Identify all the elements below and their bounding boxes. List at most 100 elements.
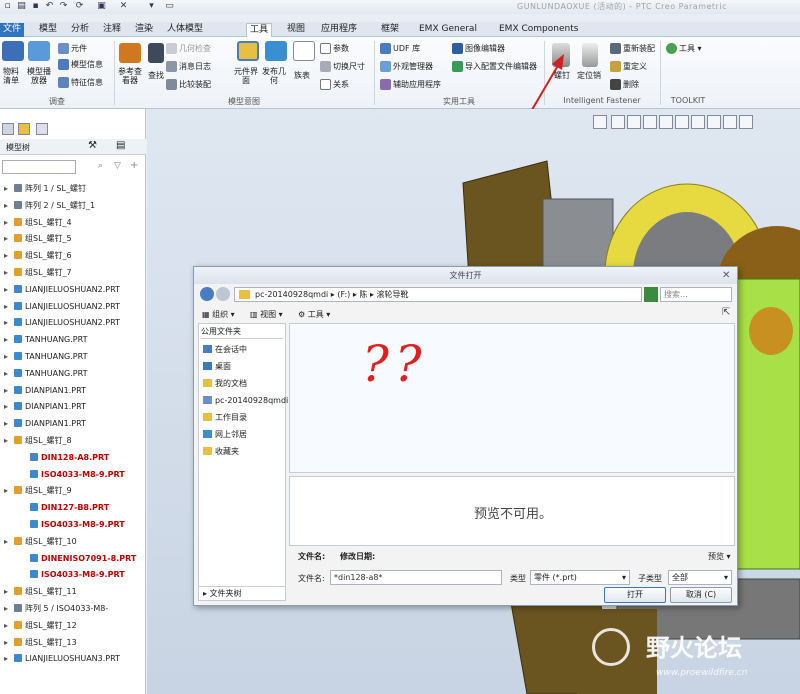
bom-icon[interactable] — [2, 41, 24, 61]
tree-item[interactable]: DINENISO7091-8.PRT — [20, 551, 136, 567]
model-player-icon[interactable] — [28, 41, 50, 61]
tab-emx-general[interactable]: EMX General — [416, 23, 480, 37]
tree-item[interactable]: ▸ 组SL_螺钉_7 — [4, 265, 72, 281]
find-icon[interactable] — [148, 43, 164, 63]
organize-button[interactable]: ▦ 组织 ▾ — [202, 309, 235, 320]
tree-item[interactable]: ▸ DIANPIAN1.PRT — [4, 416, 86, 432]
message-log-button[interactable]: 消息日志 — [166, 61, 211, 72]
expand-arrow-icon[interactable]: ▸ — [4, 332, 10, 348]
folder-item[interactable]: 在会话中 — [203, 342, 247, 357]
folder-item[interactable]: 工作目录 — [203, 410, 247, 425]
tab-applications[interactable]: 应用程序 — [318, 23, 360, 37]
save-icon[interactable]: ▪ — [30, 1, 41, 12]
model-info-button[interactable]: 模型信息 — [58, 59, 103, 70]
undo-icon[interactable]: ↶ — [44, 1, 55, 12]
close-icon[interactable]: ✕ — [722, 270, 730, 281]
tree-item[interactable]: ▸ 组SL_螺钉_5 — [4, 231, 72, 247]
tree-item[interactable]: ▸ 组SL_螺钉_12 — [4, 618, 77, 634]
find-button[interactable]: 查找 — [146, 71, 166, 80]
tree-item[interactable]: ▸ 组SL_螺钉_10 — [4, 534, 77, 550]
tab-emx-components[interactable]: EMX Components — [496, 23, 581, 37]
filename-input[interactable]: *din128-a8* — [330, 570, 502, 585]
tab-annotate[interactable]: 注释 — [100, 23, 124, 37]
breadcrumb-current[interactable]: 滚轮导靴 — [377, 290, 409, 299]
delete-button[interactable]: 删除 — [610, 79, 639, 90]
window-icon[interactable]: ▣ — [96, 1, 107, 12]
breadcrumb-folder[interactable]: 陈 — [359, 290, 367, 299]
tab-tools[interactable]: 工具 — [246, 23, 273, 38]
tree-tab-icon[interactable] — [2, 123, 14, 135]
favorites-icon[interactable] — [36, 123, 48, 135]
breadcrumb-computer[interactable]: pc-20140928qmdi — [255, 290, 328, 299]
family-table-icon[interactable] — [293, 41, 315, 61]
folder-browser-icon[interactable] — [18, 123, 30, 135]
expand-arrow-icon[interactable]: ▸ — [4, 635, 10, 651]
folder-item[interactable]: 收藏夹 — [203, 444, 239, 459]
expand-arrow-icon[interactable]: ▸ — [4, 282, 10, 298]
filter-icon[interactable]: ▽ — [114, 161, 121, 171]
auxiliary-apps-button[interactable]: 辅助应用程序 — [380, 79, 441, 90]
back-icon[interactable] — [200, 287, 214, 301]
model-player-button[interactable]: 模型播放器 — [24, 67, 54, 85]
tree-item[interactable]: ▸ 组SL_螺钉_8 — [4, 433, 72, 449]
customize-icon[interactable]: ▾ — [146, 1, 157, 12]
open-icon[interactable]: ▤ — [16, 1, 27, 12]
help-icon[interactable]: ⇱ — [722, 307, 730, 318]
search-input[interactable]: 搜索... — [660, 287, 732, 302]
bom-button[interactable]: 物料清单 — [0, 67, 22, 85]
new-icon[interactable]: ▫ — [2, 1, 13, 12]
expand-arrow-icon[interactable]: ▸ — [4, 383, 10, 399]
component-interface-button[interactable]: 元件界面 — [232, 67, 260, 85]
expand-arrow-icon[interactable]: ▸ — [4, 651, 10, 667]
expand-arrow-icon[interactable]: ▸ — [4, 584, 10, 600]
reference-viewer-button[interactable]: 参考查看器 — [116, 67, 144, 85]
tree-item[interactable]: ▸ LIANJIELUOSHUAN2.PRT — [4, 315, 120, 331]
open-button[interactable]: 打开 — [604, 587, 666, 603]
expand-arrow-icon[interactable]: ▸ — [4, 534, 10, 550]
preview-toggle[interactable]: 预览 ▾ — [708, 551, 731, 562]
tree-item[interactable]: ▸ 组SL_螺钉_13 — [4, 635, 77, 651]
expand-arrow-icon[interactable]: ▸ — [4, 231, 10, 247]
tab-analysis[interactable]: 分析 — [68, 23, 92, 37]
component-interface-icon[interactable] — [237, 41, 259, 61]
tab-framework[interactable]: 框架 — [378, 23, 402, 37]
tab-model[interactable]: 模型 — [36, 23, 60, 37]
expand-arrow-icon[interactable]: ▸ — [4, 215, 10, 231]
search-icon[interactable]: ⌕ — [98, 161, 103, 171]
folder-tree-toggle[interactable]: ▸ 文件夹树 — [199, 586, 285, 600]
expand-arrow-icon[interactable]: ▸ — [4, 349, 10, 365]
tree-item[interactable]: ▸ LIANJIELUOSHUAN3.PRT — [4, 651, 120, 667]
tree-item[interactable]: ▸ 阵列 2 / SL_螺钉_1 — [4, 198, 95, 214]
tree-item[interactable]: ISO4033-M8-9.PRT — [20, 567, 125, 583]
expand-arrow-icon[interactable]: ▸ — [4, 299, 10, 315]
file-list-area[interactable]: ?? — [289, 323, 735, 473]
regenerate-icon[interactable]: ⟳ — [74, 1, 85, 12]
redefine-button[interactable]: 重定义 — [610, 61, 647, 72]
folder-icon[interactable]: ▭ — [164, 1, 175, 12]
filename-column-header[interactable]: 文件名: — [298, 551, 325, 562]
tree-item[interactable]: ISO4033-M8-9.PRT — [20, 517, 125, 533]
tools-button[interactable]: ⚙ 工具 ▾ — [298, 309, 330, 320]
refresh-icon[interactable] — [644, 287, 658, 302]
tree-item[interactable]: ▸ LIANJIELUOSHUAN2.PRT — [4, 299, 120, 315]
tree-item[interactable]: DIN127-B8.PRT — [20, 500, 109, 516]
expand-arrow-icon[interactable]: ▸ — [4, 416, 10, 432]
udf-library-button[interactable]: UDF 库 — [380, 43, 420, 54]
folder-item[interactable]: 桌面 — [203, 359, 231, 374]
image-editor-button[interactable]: 图像编辑器 — [452, 43, 505, 54]
tree-item[interactable]: ISO4033-M8-9.PRT — [20, 467, 125, 483]
address-bar[interactable]: pc-20140928qmdi ▸ (F:) ▸ 陈 ▸ 滚轮导靴 — [234, 287, 642, 302]
modified-column-header[interactable]: 修改日期: — [340, 551, 375, 562]
expand-arrow-icon[interactable]: ▸ — [4, 181, 10, 197]
folder-item[interactable]: pc-20140928qmdi — [203, 393, 288, 408]
toolkit-tools-button[interactable]: 工具 ▾ — [666, 43, 702, 54]
expand-arrow-icon[interactable]: ▸ — [4, 366, 10, 382]
tree-item[interactable]: ▸ LIANJIELUOSHUAN2.PRT — [4, 282, 120, 298]
switch-dimensions-button[interactable]: 切换尺寸 — [320, 61, 365, 72]
tree-item[interactable]: ▸ DIANPIAN1.PRT — [4, 383, 86, 399]
parameters-button[interactable]: 参数 — [320, 43, 349, 54]
relations-button[interactable]: 关系 — [320, 79, 349, 90]
expand-arrow-icon[interactable]: ▸ — [4, 601, 10, 617]
expand-arrow-icon[interactable]: ▸ — [4, 433, 10, 449]
tree-item[interactable]: DIN128-A8.PRT — [20, 450, 109, 466]
